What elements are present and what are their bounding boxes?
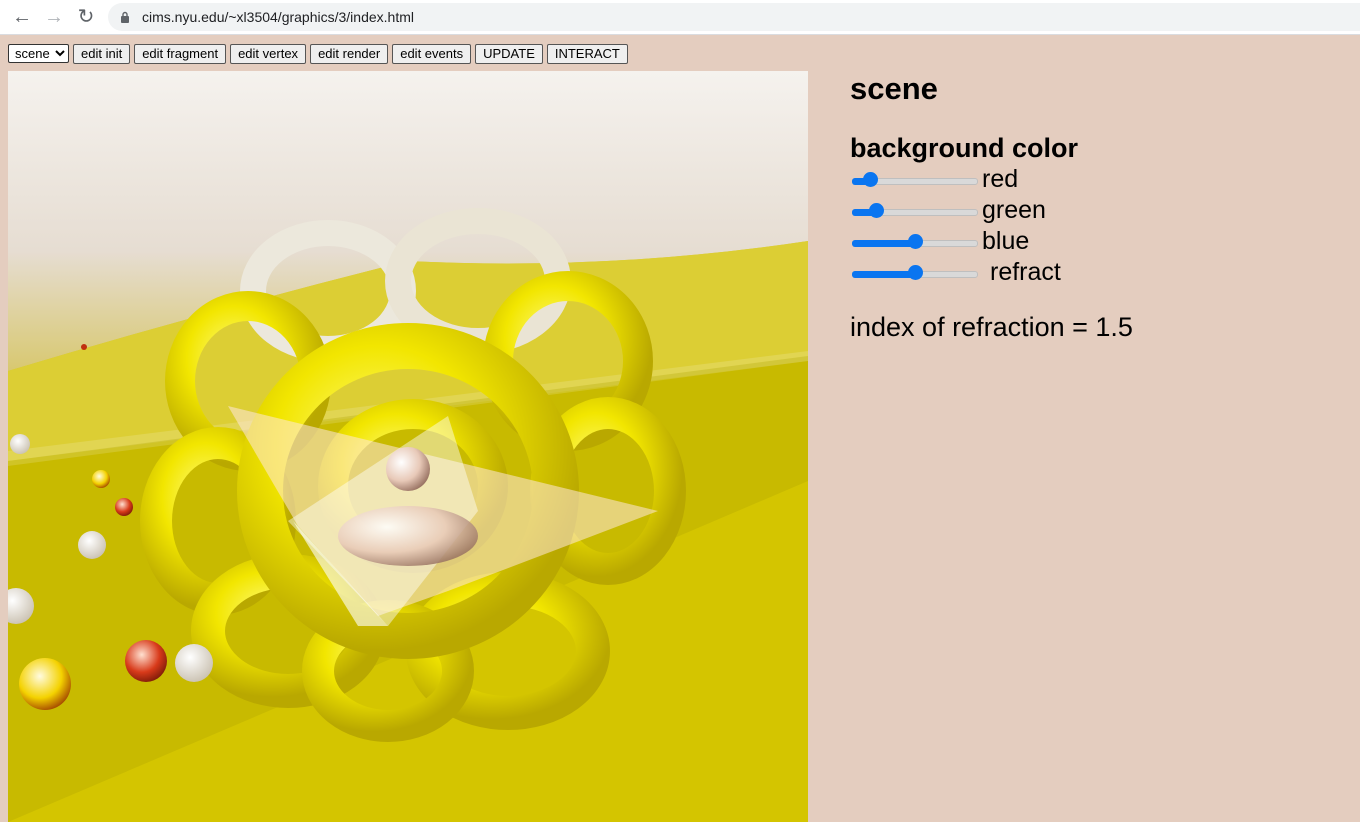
edit-events-button[interactable]: edit events <box>392 43 472 64</box>
scene-render <box>8 71 808 822</box>
slider-row-green: green <box>850 195 1330 226</box>
refract-label: refract <box>990 258 1061 286</box>
slider-thumb[interactable] <box>868 202 884 218</box>
index-of-refraction-text: index of refraction = 1.5 <box>850 312 1133 342</box>
slider-thumb[interactable] <box>908 233 923 249</box>
reload-icon[interactable]: ↻ <box>74 5 98 29</box>
address-bar[interactable]: cims.nyu.edu/~xl3504/graphics/3/index.ht… <box>108 3 1360 31</box>
toolbar: scene edit init edit fragment edit verte… <box>8 43 628 64</box>
forward-arrow-icon[interactable]: → <box>42 5 66 29</box>
browser-chrome: ← → ↻ cims.nyu.edu/~xl3504/graphics/3/in… <box>0 0 1360 35</box>
edit-vertex-button[interactable]: edit vertex <box>230 43 307 64</box>
controls-panel: scene background color red green blue re… <box>850 70 1330 343</box>
blue-slider[interactable] <box>850 233 978 250</box>
slider-fill <box>852 239 915 247</box>
green-slider[interactable] <box>850 202 978 219</box>
slider-row-blue: blue <box>850 226 1330 257</box>
red-slider[interactable] <box>850 171 978 188</box>
slider-thumb[interactable] <box>863 171 879 187</box>
slider-fill <box>852 270 915 278</box>
edit-render-button[interactable]: edit render <box>310 43 389 64</box>
background-color-heading: background color <box>850 133 1079 163</box>
blue-label: blue <box>982 227 1030 255</box>
panel-title: scene <box>850 71 938 106</box>
back-arrow-icon[interactable]: ← <box>10 5 34 29</box>
slider-thumb[interactable] <box>908 264 923 280</box>
scene-select[interactable]: scene <box>8 44 69 63</box>
slider-row-refract: refract <box>850 257 1330 288</box>
lock-icon <box>121 11 129 23</box>
update-button[interactable]: UPDATE <box>475 43 543 64</box>
edit-fragment-button[interactable]: edit fragment <box>134 43 227 64</box>
red-label: red <box>982 165 1019 193</box>
edit-init-button[interactable]: edit init <box>73 43 131 64</box>
url-text: cims.nyu.edu/~xl3504/graphics/3/index.ht… <box>142 9 414 25</box>
interact-button[interactable]: INTERACT <box>546 43 628 64</box>
refract-slider[interactable] <box>850 264 978 281</box>
webgl-canvas[interactable] <box>8 71 808 822</box>
green-label: green <box>982 196 1046 224</box>
slider-row-red: red <box>850 164 1330 195</box>
